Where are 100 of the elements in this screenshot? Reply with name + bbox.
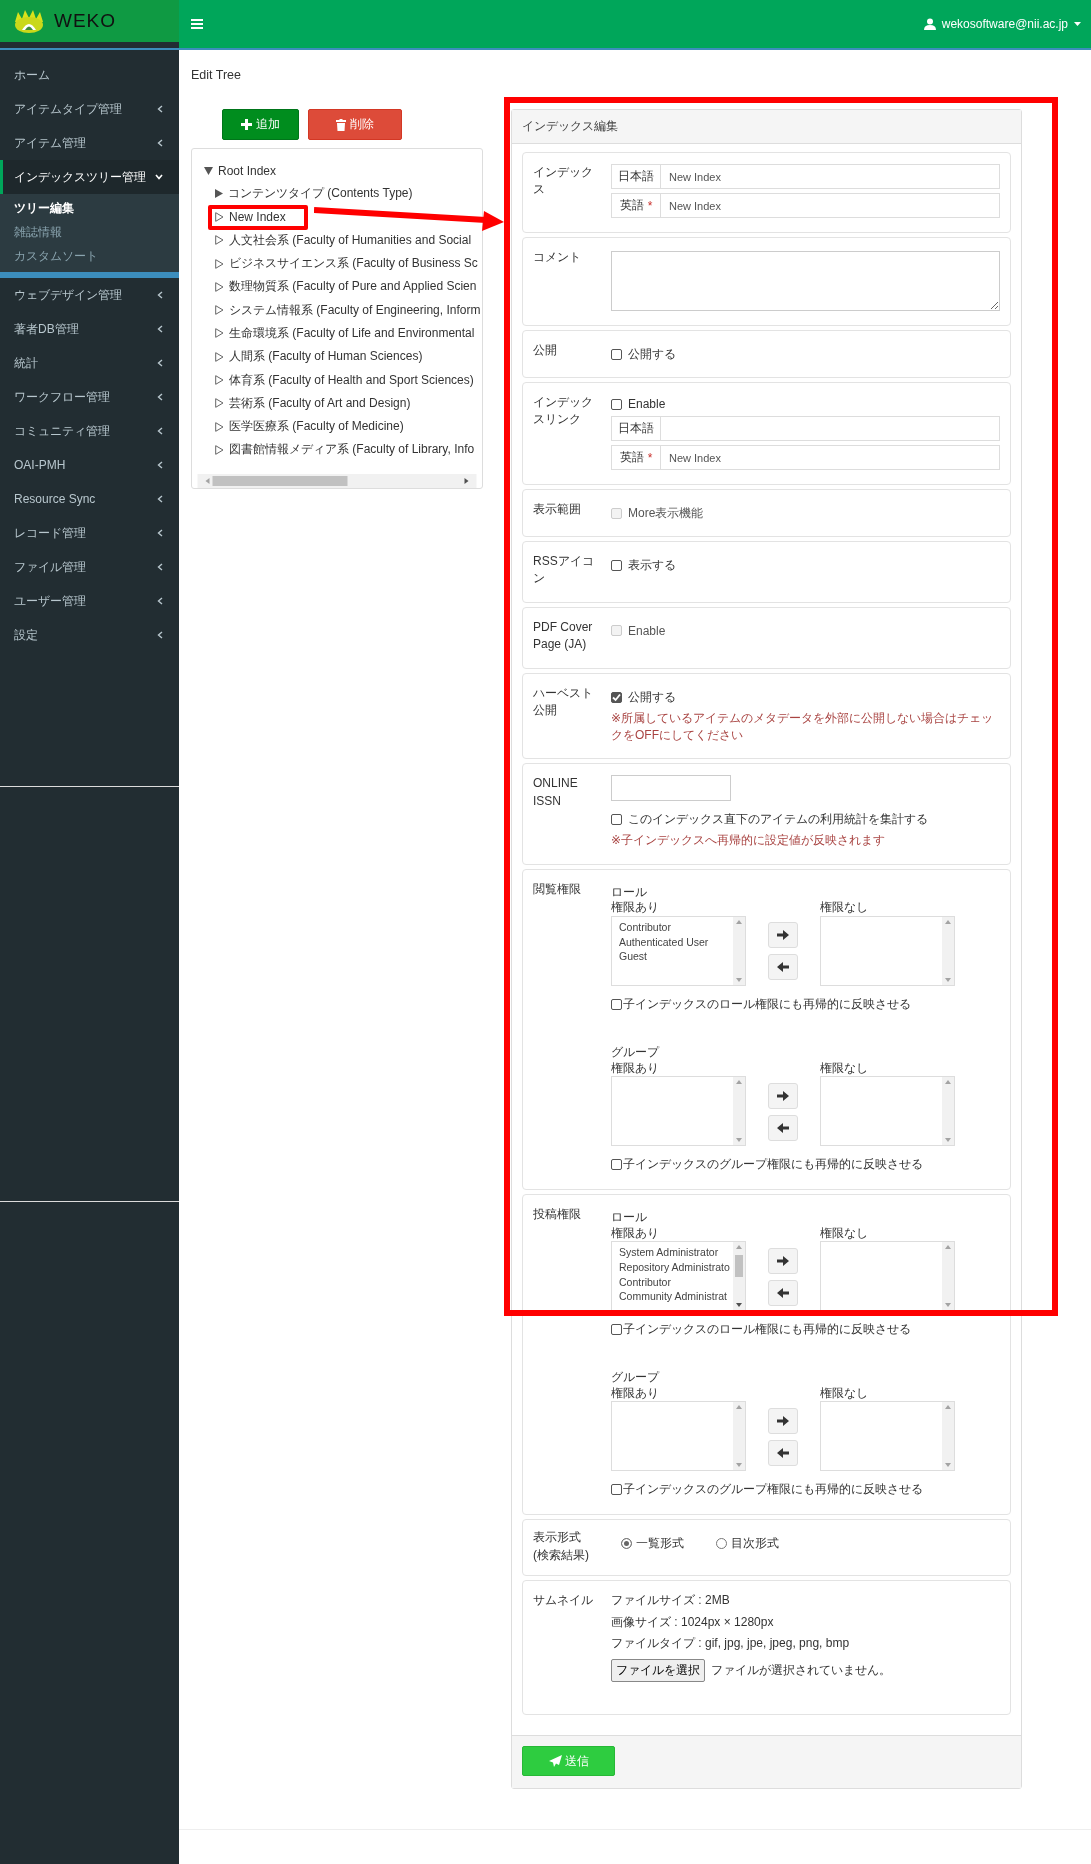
tree-item[interactable]: 体育系 (Faculty of Health and Sport Sciences) [215, 368, 474, 392]
text-field[interactable]: New Index [661, 193, 1000, 218]
list-box[interactable]: Contributor Authenticated User Guest [611, 915, 746, 986]
text-field[interactable] [661, 416, 1000, 441]
sidebar-item[interactable]: レコード管理 [0, 516, 179, 550]
tree-item[interactable]: ビジネスサイエンス系 (Faculty of Business Sc [215, 251, 478, 276]
checkbox-label[interactable]: 公開する [628, 346, 676, 363]
vertical-scrollbar[interactable] [733, 1077, 745, 1146]
file-status: ファイルが選択されていません。 [711, 1662, 891, 1680]
arrow-left-icon [777, 962, 789, 973]
checkbox[interactable] [611, 560, 622, 571]
checkbox-label[interactable]: 表示する [628, 557, 676, 574]
list-option[interactable]: System Administrator [619, 1245, 731, 1260]
chevron-left-icon [157, 139, 163, 147]
sidebar-item[interactable]: ウェブデザイン管理 [0, 278, 179, 312]
text-field[interactable]: New Index [661, 164, 1000, 189]
vertical-scrollbar[interactable] [733, 1242, 745, 1311]
sidebar-item[interactable]: ファイル管理 [0, 550, 179, 584]
tree-item[interactable]: Root Index [204, 159, 277, 183]
radio-button[interactable] [621, 1538, 632, 1550]
move-left-button[interactable] [768, 1439, 798, 1466]
list-option[interactable]: Contributor [619, 1274, 731, 1290]
submenu-item[interactable]: ツリー編集 [0, 196, 179, 220]
checkbox[interactable] [611, 691, 622, 703]
triangle-outline-icon [215, 375, 224, 385]
checkbox-label[interactable]: 子インデックスのグループ権限にも再帰的に反映させる [623, 1156, 923, 1174]
move-left-button[interactable] [768, 954, 798, 981]
sidebar-item[interactable]: OAI-PMH [0, 448, 179, 482]
group-title: グループ [611, 1044, 661, 1061]
radio-label[interactable]: 目次形式 [731, 1535, 779, 1553]
checkbox-label[interactable]: 子インデックスのロール権限にも再帰的に反映させる [623, 995, 911, 1013]
move-right-button[interactable] [768, 1082, 798, 1109]
radio-label[interactable]: 一覧形式 [636, 1535, 684, 1553]
tree-item[interactable]: 図書館情報メディア系 (Faculty of Library, Info [215, 438, 475, 462]
checkbox[interactable] [611, 1484, 622, 1496]
checkbox[interactable] [611, 398, 622, 410]
list-option[interactable]: Contributor [619, 919, 731, 935]
text-field[interactable]: New Index [661, 445, 1000, 470]
vertical-scrollbar[interactable] [942, 1402, 954, 1471]
vertical-scrollbar[interactable] [733, 1402, 745, 1471]
list-option[interactable]: Guest [619, 949, 731, 964]
tree-item[interactable]: New Index [215, 210, 286, 225]
checkbox-label[interactable]: このインデックス直下のアイテムの利用統計を集計する [628, 811, 928, 829]
vertical-scrollbar[interactable] [942, 1242, 954, 1311]
list-option[interactable]: Community Administrat [619, 1289, 731, 1305]
delete-button[interactable]: 削除 [308, 109, 402, 140]
triangle-outline-icon [215, 351, 224, 362]
arrow-left-icon [777, 1447, 789, 1458]
tree-item[interactable]: 生命環境系 (Faculty of Life and Environmental [215, 321, 475, 346]
submenu-item[interactable]: カスタムソート [0, 244, 179, 268]
choose-file-button[interactable]: ファイルを選択 [611, 1659, 705, 1683]
add-button[interactable]: 追加 [222, 109, 299, 140]
list-option[interactable]: Authenticated User [619, 934, 731, 950]
sidebar-item[interactable]: Resource Sync [0, 482, 179, 516]
radio-button[interactable] [716, 1538, 727, 1550]
checkbox-label[interactable]: Enable [628, 397, 666, 411]
sidebar-item[interactable]: ホーム [0, 58, 179, 92]
checkbox[interactable] [611, 1159, 622, 1171]
checkbox[interactable] [611, 814, 622, 826]
tree-item[interactable]: 人文社会系 (Faculty of Humanities and Social [215, 228, 472, 252]
tree-item[interactable]: システム情報系 (Faculty of Engineering, Inform [215, 298, 481, 322]
checkbox-label[interactable]: 公開する [628, 688, 676, 706]
checkbox[interactable] [611, 1324, 622, 1336]
triangle-outline-icon [215, 421, 224, 432]
move-right-button[interactable] [768, 1407, 798, 1434]
sidebar-item[interactable]: ユーザー管理 [0, 584, 179, 618]
tree-item[interactable]: コンテンツタイプ (Contents Type) [215, 182, 413, 206]
vertical-scrollbar[interactable] [942, 916, 954, 985]
sidebar-item[interactable]: コミュニティ管理 [0, 414, 179, 448]
sidebar-item[interactable]: 設定 [0, 618, 179, 652]
menu-icon[interactable] [191, 19, 203, 29]
list-box[interactable] [820, 1241, 955, 1312]
tree-item[interactable]: 芸術系 (Faculty of Art and Design) [215, 391, 411, 415]
tree-item[interactable]: 数理物質系 (Faculty of Pure and Applied Scien [215, 275, 477, 299]
vertical-scrollbar[interactable] [733, 916, 745, 985]
checkbox-label[interactable]: 子インデックスのグループ権限にも再帰的に反映させる [623, 1481, 923, 1499]
checkbox[interactable] [611, 349, 622, 360]
move-right-button[interactable] [768, 922, 798, 949]
required-mark: * [647, 450, 653, 465]
list-option[interactable]: Repository Administrato [619, 1260, 731, 1275]
vertical-scrollbar[interactable] [942, 1077, 954, 1146]
move-left-button[interactable] [768, 1114, 798, 1141]
checkbox-label[interactable]: 子インデックスのロール権限にも再帰的に反映させる [623, 1321, 911, 1339]
sidebar-item[interactable]: 著者DB管理 [0, 312, 179, 346]
sidebar-item[interactable]: 統計 [0, 346, 179, 380]
sidebar-item[interactable]: インデックスツリー管理 [0, 160, 179, 194]
sidebar-item[interactable]: ワークフロー管理 [0, 380, 179, 414]
issn-field[interactable] [611, 775, 731, 802]
arrow-right-icon [777, 1090, 789, 1101]
checkbox[interactable] [611, 998, 622, 1010]
comment-field[interactable] [611, 251, 1000, 311]
sidebar-item[interactable]: アイテム管理 [0, 126, 179, 160]
submenu-item[interactable]: 雑誌情報 [0, 220, 179, 244]
sidebar-item[interactable]: アイテムタイプ管理 [0, 92, 179, 126]
list-box[interactable]: System Administrator Repository Administrato Contributor Community Administrat [611, 1241, 746, 1312]
tree-item[interactable]: 医学医療系 (Faculty of Medicine) [215, 414, 404, 439]
tree-item[interactable]: 人間系 (Faculty of Human Sciences) [215, 345, 423, 369]
move-right-button[interactable] [768, 1247, 798, 1274]
move-left-button[interactable] [768, 1279, 798, 1306]
triangle-outline-icon [215, 212, 224, 223]
